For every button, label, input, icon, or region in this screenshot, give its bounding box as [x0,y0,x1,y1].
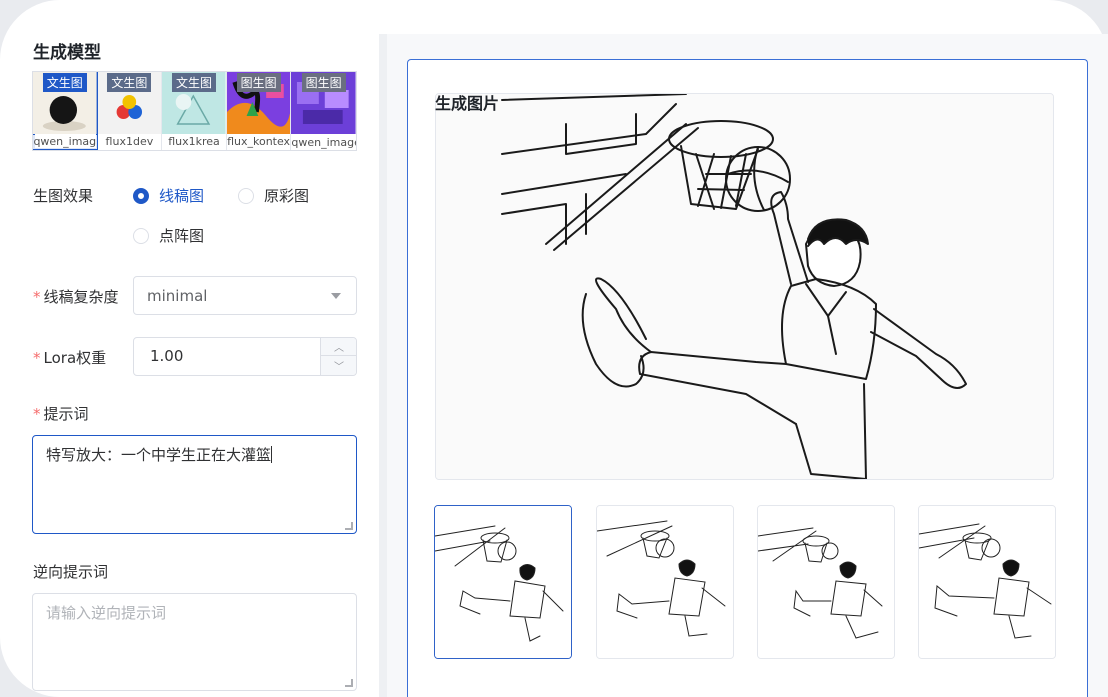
chevron-down-icon [331,293,341,299]
lineart-thumbnail [919,506,1055,658]
model-card-flux1dev[interactable]: 文生图 flux1dev [97,72,163,150]
required-mark: * [33,405,41,423]
model-type-tag: 图生图 [301,73,346,92]
lineart-thumbnail [597,506,733,658]
decrement-chevron-down-icon[interactable]: ﹀ [321,356,357,374]
generated-thumbnail-1[interactable] [434,505,572,659]
negative-prompt-textarea[interactable]: 请输入逆向提示词 [32,593,357,691]
radio-dot-matrix[interactable]: 点阵图 [133,225,204,246]
model-name: flux1dev [97,135,162,149]
prompt-textarea[interactable]: 特写放大：一个中学生正在大灌篮 [32,435,357,534]
model-type-tag: 文生图 [171,73,216,92]
radio-label: 原彩图 [264,187,310,205]
lora-label-text: Lora权重 [43,349,107,367]
lineart-thumbnail [758,506,894,658]
complexity-select[interactable]: minimal [133,276,357,315]
lora-weight-input[interactable]: 1.00 ︿ ﹀ [133,337,357,376]
radio-original-color[interactable]: 原彩图 [238,185,309,206]
resize-handle-icon[interactable] [345,522,353,530]
radio-label: 点阵图 [159,227,205,245]
model-name: qwen_imag [33,135,97,149]
settings-panel: 生成模型 文生图 qwen_imag 文生图 flux1dev 文生图 flux… [0,0,378,697]
model-card-qwen-image-edit[interactable]: 图生图 qwen_image_edit [291,72,356,150]
text-caret [271,446,273,463]
negative-prompt-placeholder: 请输入逆向提示词 [46,604,167,622]
generated-image-main[interactable] [435,93,1054,480]
model-name: flux1krea [162,135,226,149]
radio-indicator [133,187,149,204]
radio-label: 线稿图 [159,187,205,205]
radio-lineart[interactable]: 线稿图 [133,185,204,206]
model-name: flux_kontex [226,135,291,149]
resize-handle-icon[interactable] [345,679,353,687]
generated-thumbnail-4[interactable] [918,505,1056,659]
radio-indicator [238,187,254,204]
increment-chevron-up-icon[interactable]: ︿ [321,338,357,356]
required-mark: * [33,349,41,367]
complexity-label: * 线稿复杂度 [33,286,119,307]
number-stepper: ︿ ﹀ [320,338,357,375]
lineart-illustration [436,94,1053,479]
complexity-value: minimal [147,286,208,305]
prompt-label: * 提示词 [33,403,89,424]
model-section-title: 生成模型 [33,43,101,63]
model-type-tag: 文生图 [107,73,152,92]
negative-prompt-label: 逆向提示词 [33,563,109,581]
effect-label: 生图效果 [33,187,94,205]
generated-thumbnail-2[interactable] [596,505,734,659]
lora-label: * Lora权重 [33,347,106,368]
model-card-qwen-image[interactable]: 文生图 qwen_imag [33,72,98,150]
model-type-tag: 图生图 [236,73,281,92]
radio-indicator [133,227,149,244]
model-selector: 文生图 qwen_imag 文生图 flux1dev 文生图 flux1krea [32,71,357,151]
lineart-thumbnail [435,506,571,658]
panel-divider[interactable] [379,34,387,697]
result-title: 生成图片 [435,94,500,113]
required-mark: * [33,288,41,306]
complexity-label-text: 线稿复杂度 [43,288,119,306]
prompt-label-text: 提示词 [43,405,89,423]
model-card-flux1krea[interactable]: 文生图 flux1krea [162,72,227,150]
generated-thumbnail-3[interactable] [757,505,895,659]
prompt-text: 特写放大：一个中学生正在大灌篮 [46,446,272,464]
lora-weight-value: 1.00 [150,347,184,365]
model-card-flux-kontext[interactable]: 图生图 flux_kontex [226,72,292,150]
model-type-tag: 文生图 [42,73,87,92]
model-name: qwen_image_edit [291,136,356,149]
